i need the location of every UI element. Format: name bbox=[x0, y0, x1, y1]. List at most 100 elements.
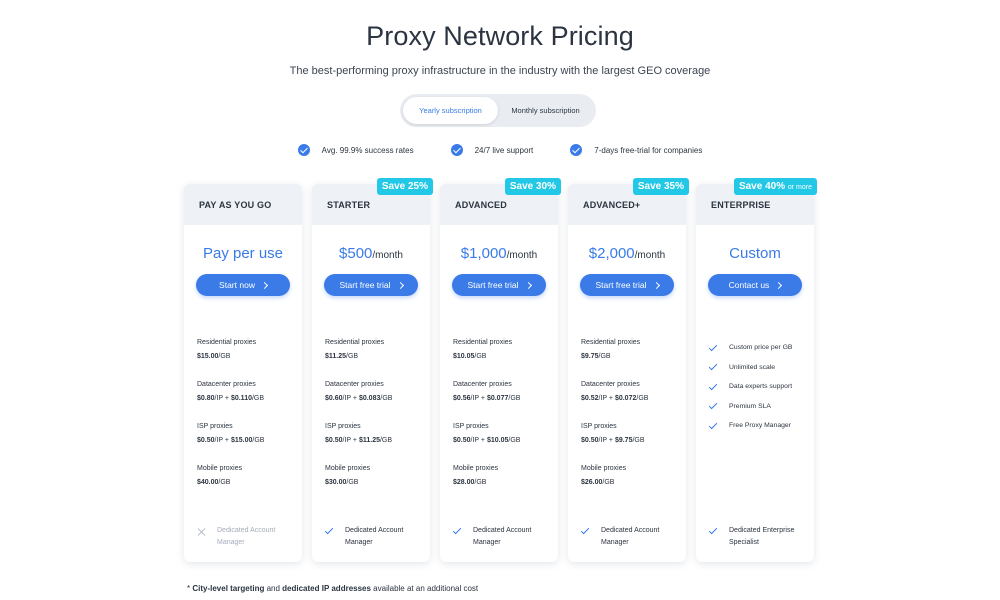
perk-list: Custom price per GB Unlimited scale Data… bbox=[709, 338, 813, 436]
chevron-right-icon bbox=[775, 281, 783, 289]
item-label: ISP proxies bbox=[453, 423, 489, 430]
x-icon bbox=[197, 528, 205, 536]
list-item: Datacenter proxies $0.56/IP + $0.077/GB bbox=[453, 381, 553, 423]
save-badge: Save 30% bbox=[504, 178, 561, 195]
price-period: /month bbox=[506, 250, 538, 261]
item-value: $0.50/IP + $9.75/GB bbox=[581, 437, 645, 444]
item-value: $11.25/GB bbox=[325, 353, 359, 360]
plan-card-advanced-plus: Save 35% ADVANCED+ $2,000/month Start fr… bbox=[568, 178, 689, 562]
feature-item: Avg. 99.9% success rates bbox=[297, 144, 414, 156]
monthly-subscription-tab[interactable]: Monthly subscription bbox=[498, 97, 593, 124]
item-label: Residential proxies bbox=[581, 339, 641, 346]
list-item: Residential proxies $10.05/GB bbox=[453, 339, 553, 381]
plan-footer: Dedicated Account Manager bbox=[197, 525, 297, 549]
list-item: Datacenter proxies $0.60/IP + $0.083/GB bbox=[325, 381, 425, 423]
price-list: Residential proxies $15.00/GB Datacenter … bbox=[197, 339, 297, 507]
item-value: $0.80/IP + $0.110/GB bbox=[197, 395, 265, 402]
plan-price: Pay per use bbox=[184, 245, 302, 262]
perk-label: Custom price per GB bbox=[729, 344, 793, 352]
check-circle-icon bbox=[570, 144, 583, 156]
check-circle-icon bbox=[450, 144, 463, 156]
item-value: $28.00/GB bbox=[453, 479, 487, 486]
list-item: Residential proxies $15.00/GB bbox=[197, 339, 297, 381]
item-label: ISP proxies bbox=[325, 423, 361, 430]
plan-price: Custom bbox=[696, 245, 814, 262]
item-value: $0.56/IP + $0.077/GB bbox=[453, 395, 521, 402]
perk-label: Unlimited scale bbox=[729, 363, 776, 371]
item-value: $9.75/GB bbox=[581, 353, 611, 360]
start-free-trial-button[interactable]: Start free trial bbox=[452, 274, 546, 296]
page-subtitle: The best-performing proxy infrastructure… bbox=[289, 65, 711, 77]
start-free-trial-button[interactable]: Start free trial bbox=[580, 274, 674, 296]
save-badge: Save 35% bbox=[632, 178, 689, 195]
plan-footer: Dedicated Enterprise Specialist bbox=[709, 525, 809, 549]
list-item: Mobile proxies $40.00/GB bbox=[197, 465, 297, 507]
yearly-subscription-tab[interactable]: Yearly subscription bbox=[403, 97, 498, 124]
feature-label: 24/7 live support bbox=[474, 145, 534, 155]
plan-price: $1,000/month bbox=[440, 245, 558, 262]
feature-item: 24/7 live support bbox=[450, 144, 534, 156]
item-label: Mobile proxies bbox=[581, 465, 627, 472]
start-free-trial-button[interactable]: Start free trial bbox=[324, 274, 418, 296]
footnote: * City-level targeting and dedicated IP … bbox=[187, 584, 479, 593]
list-item: Datacenter proxies $0.80/IP + $0.110/GB bbox=[197, 381, 297, 423]
feature-item: 7-days free-trial for companies bbox=[570, 144, 702, 156]
item-label: Mobile proxies bbox=[325, 465, 371, 472]
check-icon bbox=[709, 423, 717, 429]
list-item: Mobile proxies $26.00/GB bbox=[581, 465, 681, 507]
plan-card-enterprise: Save 40% or more ENTERPRISE Custom Conta… bbox=[696, 178, 817, 562]
feature-label: 7-days free-trial for companies bbox=[594, 145, 703, 155]
price-amount: Custom bbox=[729, 245, 781, 262]
item-value: $15.00/GB bbox=[197, 353, 231, 360]
check-icon bbox=[709, 364, 717, 370]
footer-label: Dedicated Account Manager bbox=[601, 527, 660, 546]
price-amount: Pay per use bbox=[202, 245, 284, 262]
check-icon bbox=[581, 528, 589, 534]
price-list: Residential proxies $11.25/GB Datacenter … bbox=[325, 339, 425, 507]
item-label: Datacenter proxies bbox=[197, 381, 256, 388]
list-item: ISP proxies $0.50/IP + $11.25/GB bbox=[325, 423, 425, 465]
item-value: $0.52/IP + $0.072/GB bbox=[581, 395, 649, 402]
footer-label: Dedicated Enterprise Specialist bbox=[729, 527, 795, 546]
item-label: Residential proxies bbox=[453, 339, 513, 346]
button-label: Contact us bbox=[728, 280, 770, 290]
item-label: Residential proxies bbox=[197, 339, 257, 346]
item-label: Datacenter proxies bbox=[325, 381, 384, 388]
check-icon bbox=[709, 384, 717, 390]
badge-suffix: or more bbox=[787, 184, 812, 191]
check-icon bbox=[709, 345, 717, 351]
button-label: Start now bbox=[219, 280, 255, 290]
item-label: Datacenter proxies bbox=[581, 381, 640, 388]
plan-price: $500/month bbox=[312, 245, 430, 262]
price-amount: $1,000 bbox=[460, 245, 507, 262]
plan-footer: Dedicated Account Manager bbox=[453, 525, 553, 549]
plan-price: $2,000/month bbox=[568, 245, 686, 262]
feature-label: Avg. 99.9% success rates bbox=[321, 145, 414, 155]
price-list: Residential proxies $10.05/GB Datacenter … bbox=[453, 339, 553, 507]
button-label: Start free trial bbox=[467, 280, 519, 290]
price-amount: $500 bbox=[339, 245, 373, 262]
plan-footer: Dedicated Account Manager bbox=[581, 525, 681, 549]
footer-label: Dedicated Account Manager bbox=[473, 527, 532, 546]
item-value: $10.05/GB bbox=[453, 353, 487, 360]
save-badge: Save 40% or more bbox=[733, 178, 817, 195]
price-amount: $2,000 bbox=[588, 245, 635, 262]
item-label: Mobile proxies bbox=[197, 465, 243, 472]
item-value: $40.00/GB bbox=[197, 479, 231, 486]
check-circle-icon bbox=[297, 144, 310, 156]
item-label: Mobile proxies bbox=[453, 465, 499, 472]
item-value: $0.50/IP + $15.00/GB bbox=[197, 437, 265, 444]
list-item: ISP proxies $0.50/IP + $15.00/GB bbox=[197, 423, 297, 465]
item-label: ISP proxies bbox=[581, 423, 617, 430]
list-item: Residential proxies $11.25/GB bbox=[325, 339, 425, 381]
item-value: $30.00/GB bbox=[325, 479, 359, 486]
item-value: $26.00/GB bbox=[581, 479, 615, 486]
footer-label: Dedicated Account Manager bbox=[345, 527, 404, 546]
start-now-button[interactable]: Start now bbox=[196, 274, 290, 296]
chevron-right-icon bbox=[652, 281, 660, 289]
list-item: Datacenter proxies $0.52/IP + $0.072/GB bbox=[581, 381, 681, 423]
list-item: ISP proxies $0.50/IP + $9.75/GB bbox=[581, 423, 681, 465]
contact-us-button[interactable]: Contact us bbox=[708, 274, 802, 296]
button-label: Start free trial bbox=[339, 280, 391, 290]
list-item: Residential proxies $9.75/GB bbox=[581, 339, 681, 381]
